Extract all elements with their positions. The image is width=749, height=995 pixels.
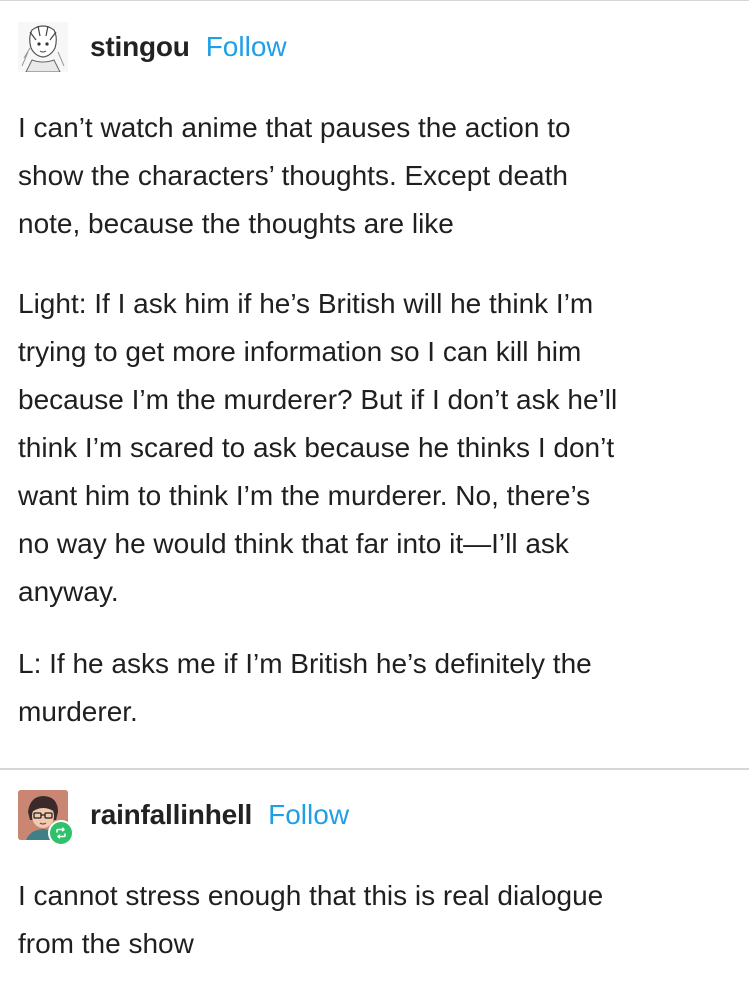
follow-button[interactable]: Follow <box>268 799 349 831</box>
username[interactable]: rainfallinhell <box>90 799 252 831</box>
reblog-icon <box>48 820 74 846</box>
text-line: want him to think I’m the murderer. No, … <box>18 480 591 511</box>
text-line: murderer. <box>18 696 138 727</box>
text-line: no way he would think that far into it—I… <box>18 528 569 559</box>
post-paragraph: Light: If I ask him if he’s British will… <box>18 280 733 616</box>
post-divider <box>0 768 749 770</box>
text-line: I can’t watch anime that pauses the acti… <box>18 112 571 143</box>
text-line: from the show <box>18 928 194 959</box>
post-header: stingou Follow <box>18 22 287 73</box>
text-line: anyway. <box>18 576 119 607</box>
text-line: Light: If I ask him if he’s British will… <box>18 288 594 319</box>
text-line: note, because the thoughts are like <box>18 208 454 239</box>
post-paragraph: L: If he asks me if I’m British he’s def… <box>18 640 733 736</box>
text-line: show the characters’ thoughts. Except de… <box>18 160 568 191</box>
username[interactable]: stingou <box>90 31 190 63</box>
cartoon-person-avatar-icon[interactable] <box>18 790 74 846</box>
avatar-drawing <box>18 22 68 73</box>
follow-button[interactable]: Follow <box>206 31 287 63</box>
text-line: trying to get more information so I can … <box>18 336 582 367</box>
top-divider <box>0 0 749 1</box>
post-paragraph: I can’t watch anime that pauses the acti… <box>18 104 733 248</box>
text-line: I cannot stress enough that this is real… <box>18 880 604 911</box>
text-line: think I’m scared to ask because he think… <box>18 432 615 463</box>
post-paragraph: I cannot stress enough that this is real… <box>18 872 733 968</box>
text-line: L: If he asks me if I’m British he’s def… <box>18 648 592 679</box>
post-header: rainfallinhell Follow <box>18 790 349 846</box>
manga-character-avatar-icon[interactable] <box>18 22 68 73</box>
text-line: because I’m the murderer? But if I don’t… <box>18 384 618 415</box>
